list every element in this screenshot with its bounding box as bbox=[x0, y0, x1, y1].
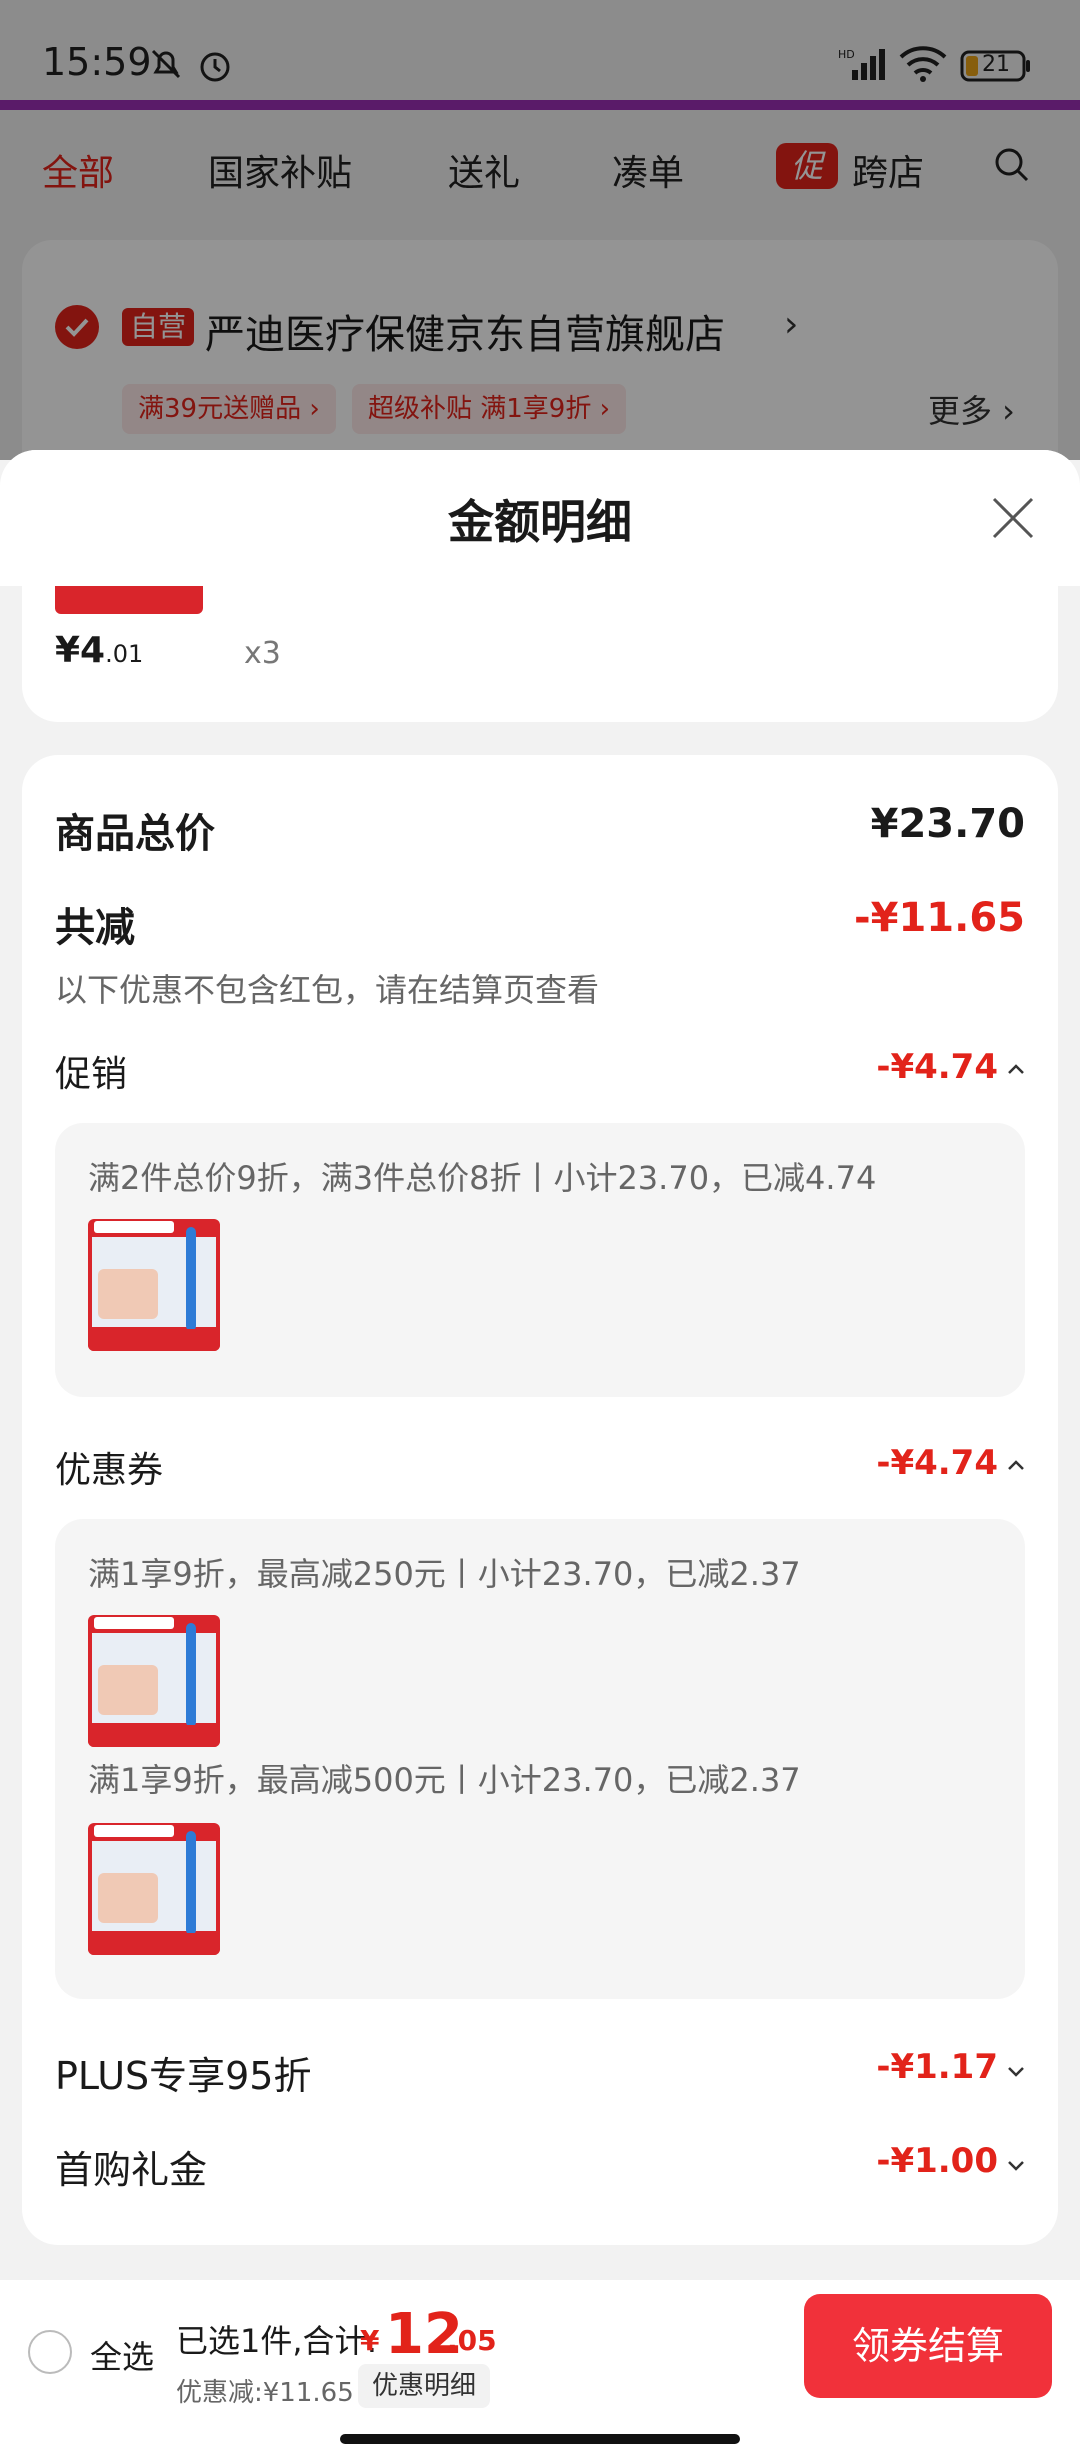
currency-symbol: ¥ bbox=[360, 2324, 380, 2357]
selected-count: 已选1件,合计: bbox=[176, 2322, 378, 2360]
promo-detail-box: 满2件总价9折，满3件总价8折丨小计23.70，已减4.74 bbox=[55, 1123, 1025, 1397]
checkout-button[interactable]: 领券结算 bbox=[804, 2294, 1052, 2398]
coupon-detail-text: 满1享9折，最高减500元丨小计23.70，已减2.37 bbox=[88, 1761, 801, 1799]
dim-overlay[interactable] bbox=[0, 0, 1080, 460]
total-reduce-value: -¥11.65 bbox=[854, 895, 1025, 941]
amount-detail-sheet: 金额明细 ¥4.01 x3 商品总价 ¥23.70 共减 -¥11.65 以下优… bbox=[0, 450, 1080, 2280]
product-thumbnail bbox=[88, 1219, 220, 1351]
chevron-down-icon[interactable] bbox=[1006, 2061, 1026, 2081]
item-card: ¥4.01 x3 bbox=[22, 586, 1058, 722]
coupon-detail-box: 满1享9折，最高减250元丨小计23.70，已减2.37 满1享9折，最高减50… bbox=[55, 1519, 1025, 1999]
discount-amount: 优惠减:¥11.65 bbox=[176, 2378, 354, 2408]
total-amount-decimal: .05 bbox=[447, 2324, 497, 2357]
plus-discount-label[interactable]: PLUS专享95折 bbox=[55, 2045, 311, 2100]
coupon-label[interactable]: 优惠券 bbox=[55, 1441, 163, 1493]
background-page: 15:59 HD 21 全部 国家补贴 送礼 凑单 跨店 促 自营 严迪医疗保健… bbox=[0, 0, 1080, 500]
promo-value[interactable]: -¥4.74 bbox=[876, 1047, 998, 1087]
chevron-down-icon[interactable] bbox=[1006, 2155, 1026, 2175]
product-thumbnail bbox=[88, 1823, 220, 1955]
first-purchase-gift-label[interactable]: 首购礼金 bbox=[55, 2139, 207, 2194]
promo-detail-text: 满2件总价9折，满3件总价8折丨小计23.70，已减4.74 bbox=[88, 1159, 877, 1197]
select-all-radio[interactable] bbox=[28, 2330, 72, 2374]
chevron-up-icon[interactable] bbox=[1006, 1455, 1026, 1475]
sheet-title: 金额明细 bbox=[448, 495, 632, 549]
item-quantity: x3 bbox=[244, 636, 281, 671]
price-detail-card: 商品总价 ¥23.70 共减 -¥11.65 以下优惠不包含红包，请在结算页查看… bbox=[22, 755, 1058, 2245]
total-price-value: ¥23.70 bbox=[870, 801, 1025, 847]
item-price: ¥4.01 bbox=[55, 630, 144, 671]
chevron-up-icon[interactable] bbox=[1006, 1059, 1026, 1079]
product-thumbnail bbox=[88, 1615, 220, 1747]
sheet-header: 金额明细 bbox=[0, 450, 1080, 586]
product-thumb-partial bbox=[55, 586, 203, 614]
total-price-label: 商品总价 bbox=[55, 811, 215, 857]
select-all-label[interactable]: 全选 bbox=[90, 2332, 154, 2378]
reduce-note: 以下优惠不包含红包，请在结算页查看 bbox=[55, 971, 600, 1009]
promo-label[interactable]: 促销 bbox=[55, 1045, 127, 1097]
coupon-detail-text: 满1享9折，最高减250元丨小计23.70，已减2.37 bbox=[88, 1555, 801, 1593]
close-icon[interactable] bbox=[990, 495, 1036, 541]
coupon-value[interactable]: -¥4.74 bbox=[876, 1443, 998, 1483]
total-reduce-label: 共减 bbox=[55, 905, 135, 951]
home-indicator[interactable] bbox=[340, 2434, 740, 2444]
discount-detail-button[interactable]: 优惠明细 bbox=[358, 2364, 491, 2408]
first-purchase-gift-value[interactable]: -¥1.00 bbox=[876, 2141, 998, 2181]
plus-discount-value[interactable]: -¥1.17 bbox=[876, 2047, 998, 2087]
checkout-bar: 全选 已选1件,合计: ¥ 12 .05 优惠减:¥11.65 优惠明细 领券结… bbox=[0, 2280, 1080, 2460]
